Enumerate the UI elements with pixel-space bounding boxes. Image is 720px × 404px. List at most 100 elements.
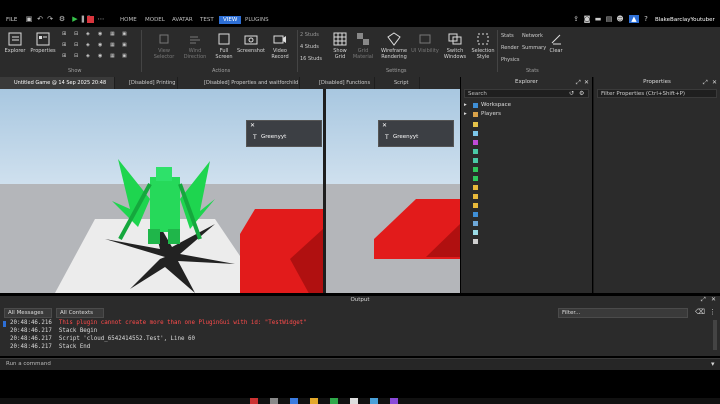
ui-visibility-button[interactable]: UI Visibility xyxy=(410,32,440,54)
share-icon[interactable]: ⇪ xyxy=(572,15,580,23)
share-team-icon[interactable]: ▲ xyxy=(629,15,639,23)
starter-gui-icon[interactable] xyxy=(473,185,478,190)
grid-16-studs[interactable]: 16 Studs xyxy=(300,56,322,62)
chat-icon[interactable]: ▤ xyxy=(605,15,613,23)
grid-2-studs[interactable]: 2 Studs xyxy=(300,32,319,38)
server-script-service-icon[interactable] xyxy=(473,167,478,172)
summary-toggle[interactable]: Summary xyxy=(522,45,546,51)
taskbar-app-icon[interactable] xyxy=(250,398,258,404)
file-menu[interactable]: FILE xyxy=(6,17,17,23)
team-test-icon[interactable]: ◉ xyxy=(98,53,102,59)
replicated-storage-icon[interactable] xyxy=(473,158,478,163)
wireframe-button[interactable]: Wireframe Rendering xyxy=(378,32,410,60)
tab-properties-waitforchild[interactable]: [Disabled] Properties and waitforchild xyxy=(190,77,300,89)
expand-arrow-icon[interactable]: ▸ xyxy=(464,101,467,110)
physics-toggle[interactable]: Physics xyxy=(501,57,520,63)
screenshot-button[interactable]: Screenshot xyxy=(236,32,266,54)
lighting-icon[interactable] xyxy=(473,122,478,127)
tab-avatar[interactable]: AVATAR xyxy=(172,17,193,23)
script-analysis-icon[interactable]: ▦ xyxy=(110,31,115,37)
selection-style-button[interactable]: Selection Style xyxy=(469,32,497,60)
server-storage-icon[interactable] xyxy=(473,176,478,181)
undock-icon[interactable]: ⤢ xyxy=(701,296,706,304)
show-grid-button[interactable]: Show Grid xyxy=(328,32,352,60)
properties-filter-input[interactable]: Filter Properties (Ctrl+Shift+P) xyxy=(597,89,717,98)
voice-chat-icon[interactable] xyxy=(473,239,478,244)
teams-icon[interactable] xyxy=(473,212,478,217)
mute-icon[interactable]: ▦ xyxy=(110,53,115,59)
redo-icon[interactable]: ↷ xyxy=(46,15,54,23)
video-icon[interactable]: ▬ xyxy=(594,15,602,23)
taskbar-app-icon[interactable] xyxy=(390,398,398,404)
taskbar-app-icon[interactable] xyxy=(310,398,318,404)
quick-tools-icon[interactable]: ⋯ xyxy=(97,15,105,23)
toolbox-icon[interactable]: ⊟ xyxy=(74,31,78,37)
asset-manager-icon[interactable]: ⊞ xyxy=(62,31,66,37)
taskbar-app-icon[interactable] xyxy=(330,398,338,404)
more-icon[interactable]: ⋮ xyxy=(709,308,716,316)
tab-test[interactable]: TEST xyxy=(200,17,214,23)
game-explorer-icon[interactable]: ⊞ xyxy=(62,53,66,59)
call-stack-icon[interactable]: ◈ xyxy=(86,42,90,48)
taskbar-app-icon[interactable] xyxy=(290,398,298,404)
script-perf-icon[interactable]: ◈ xyxy=(86,53,90,59)
find-results-icon[interactable]: ⊟ xyxy=(74,42,78,48)
clear-output-icon[interactable]: ⌫ xyxy=(695,308,705,316)
localization-icon[interactable]: ▣ xyxy=(122,53,127,59)
team-icon[interactable]: ☻ xyxy=(616,15,624,23)
sound-service-icon[interactable] xyxy=(473,221,478,226)
terrain-editor-icon[interactable]: ◈ xyxy=(86,31,90,37)
tab-untitled-game[interactable]: Untitled Game @ 14 Sep 2025 20:48 xyxy=(0,77,115,89)
undock-icon[interactable]: ⤢ xyxy=(703,79,708,87)
stop-icon[interactable] xyxy=(87,16,94,23)
starter-pack-icon[interactable] xyxy=(473,194,478,199)
clear-stats-button[interactable]: Clear xyxy=(546,32,566,54)
grid-4-studs[interactable]: 4 Studs xyxy=(300,44,319,50)
taskbar-app-icon[interactable] xyxy=(270,398,278,404)
command-bar-icon[interactable]: ▣ xyxy=(122,31,127,37)
contexts-filter-dropdown[interactable]: All Contexts xyxy=(56,308,104,318)
camera-icon[interactable]: ◙ xyxy=(583,15,591,23)
team-create-icon[interactable]: ▣ xyxy=(122,42,127,48)
properties-button[interactable]: Properties xyxy=(30,32,56,54)
settings-icon[interactable]: ⚙ xyxy=(579,90,584,97)
watch-icon[interactable]: ▦ xyxy=(110,42,115,48)
network-client-icon[interactable] xyxy=(473,140,478,145)
output-icon[interactable]: ⊞ xyxy=(62,42,66,48)
expand-icon[interactable]: ▾ xyxy=(711,360,715,368)
starter-player-icon[interactable] xyxy=(473,203,478,208)
output-filter-input[interactable]: Filter... xyxy=(558,308,688,318)
video-record-button[interactable]: Video Record xyxy=(268,32,292,60)
history-icon[interactable]: ↺ xyxy=(569,90,574,97)
tab-home[interactable]: HOME xyxy=(120,17,137,23)
wind-direction-button[interactable]: Wind Direction xyxy=(181,32,209,60)
breakpoints-icon[interactable]: ◉ xyxy=(98,42,102,48)
close-icon[interactable]: ✕ xyxy=(584,79,589,86)
close-icon[interactable]: ✕ xyxy=(712,79,717,86)
messages-filter-dropdown[interactable]: All Messages xyxy=(4,308,52,318)
tree-item-players[interactable]: ▸ Players xyxy=(461,110,592,119)
tab-script[interactable]: Script xyxy=(380,77,420,89)
text-chat-service-icon[interactable] xyxy=(473,230,478,235)
material-service-icon[interactable] xyxy=(473,131,478,136)
replicated-first-icon[interactable] xyxy=(473,149,478,154)
play-icon[interactable]: ▶ xyxy=(71,15,79,23)
grid-material-button[interactable]: Grid Material xyxy=(352,32,374,60)
command-input[interactable]: Run a command xyxy=(6,361,51,367)
undo-icon[interactable]: ↶ xyxy=(36,15,44,23)
taskbar-app-icon[interactable] xyxy=(350,398,358,404)
explorer-button[interactable]: Explorer xyxy=(4,32,26,54)
undock-icon[interactable]: ⤢ xyxy=(576,79,581,87)
settings-icon[interactable]: ⚙ xyxy=(58,15,66,23)
network-toggle[interactable]: Network xyxy=(522,33,543,39)
full-screen-button[interactable]: Full Screen xyxy=(212,32,236,60)
close-icon[interactable]: ✕ xyxy=(382,122,387,129)
user-name[interactable]: BlakeBarclayYoutuber xyxy=(655,17,715,23)
expand-arrow-icon[interactable]: ▸ xyxy=(464,110,467,119)
tab-printing[interactable]: [Disabled] Printing xyxy=(115,77,178,89)
close-icon[interactable]: ✕ xyxy=(711,296,716,303)
save-icon[interactable]: ▣ xyxy=(25,15,33,23)
render-toggle[interactable]: Render xyxy=(501,45,519,51)
tab-plugins[interactable]: PLUGINS xyxy=(245,17,269,23)
view-selector-button[interactable]: View Selector xyxy=(151,32,177,60)
